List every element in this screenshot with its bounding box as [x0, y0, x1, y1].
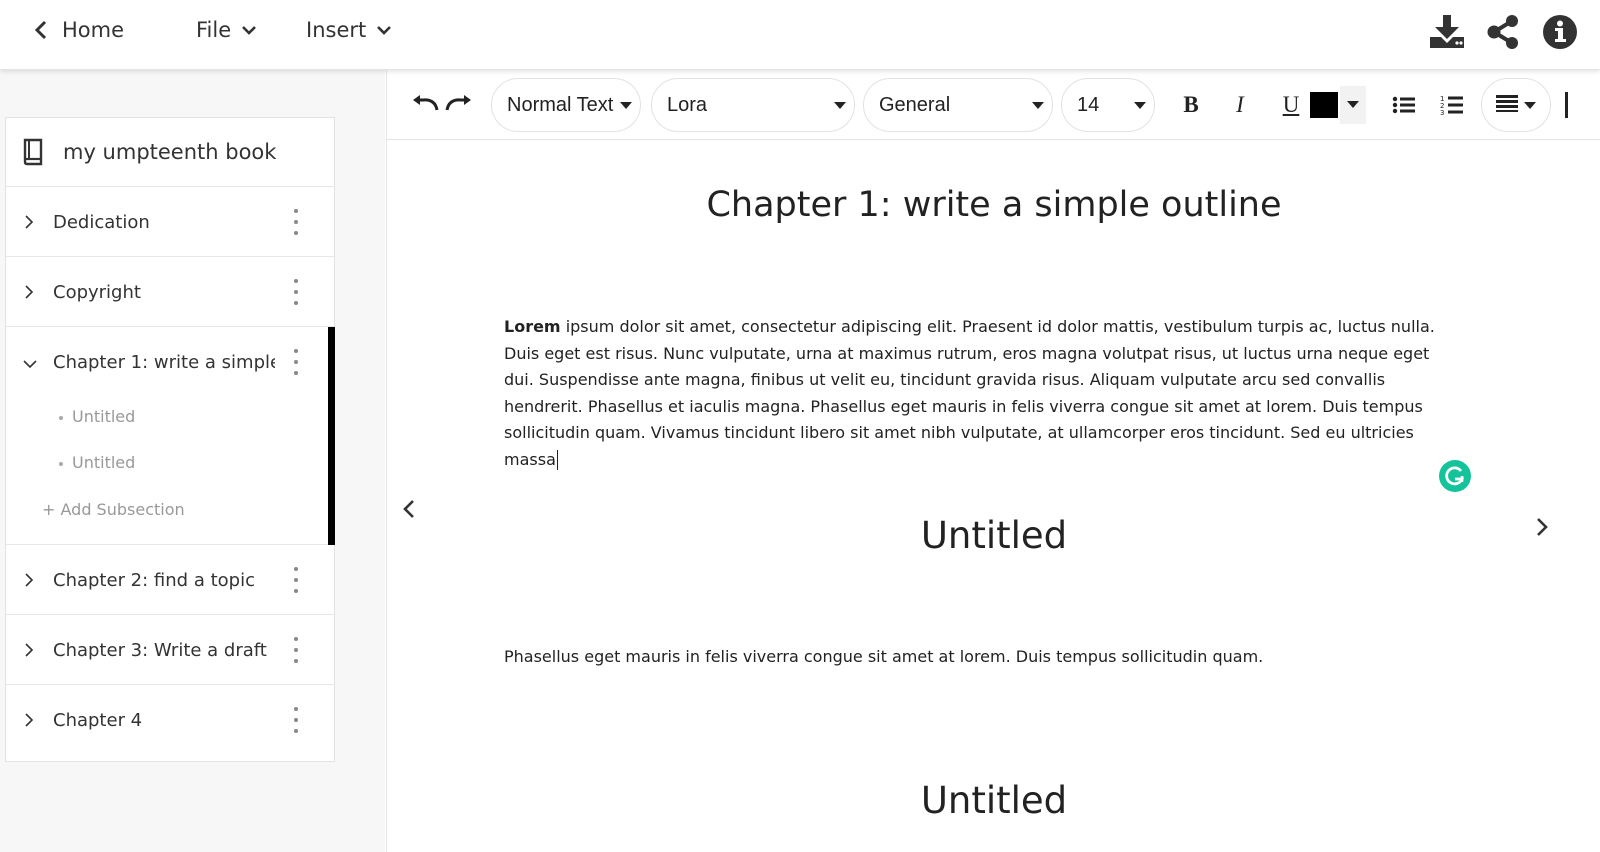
- chapter-title[interactable]: Chapter 1: write a simple outline: [387, 185, 1600, 225]
- paragraph-style-dropdown[interactable]: Normal Text: [491, 78, 641, 132]
- active-section-indicator: [328, 327, 335, 545]
- book-title-row[interactable]: my umpteenth book: [6, 118, 334, 187]
- caret-down-icon: [1347, 101, 1359, 108]
- toolbar-overflow-edge: [1565, 92, 1568, 118]
- sidebar-item-chapter-1: Chapter 1: write a simple outline Untitl…: [6, 327, 335, 545]
- font-family-dropdown[interactable]: Lora: [651, 78, 855, 132]
- subsection-paragraph[interactable]: Phasellus eget mauris in felis viverra c…: [504, 644, 1454, 671]
- bullet-icon: [59, 415, 63, 420]
- more-options-icon[interactable]: [286, 279, 306, 305]
- caret-down-icon: [834, 102, 846, 109]
- caret-down-icon: [620, 102, 632, 109]
- sidebar-item-copyright: Copyright: [6, 257, 334, 327]
- sidebar-item-chapter-4: Chapter 4: [6, 685, 334, 755]
- alignment-dropdown[interactable]: [1481, 78, 1551, 132]
- more-options-icon[interactable]: [286, 349, 306, 375]
- file-label: File: [196, 18, 232, 42]
- chevron-right-icon[interactable]: [24, 572, 34, 593]
- sidebar-item-chapter-3: Chapter 3: Write a draft: [6, 615, 334, 685]
- formatting-toolbar: Normal Text Lora General 14 B I U 1 2 3: [387, 70, 1600, 140]
- paragraph-bold-word: Lorem: [504, 317, 561, 336]
- chevron-down-icon: [241, 24, 257, 36]
- subsection-item[interactable]: Untitled: [59, 453, 135, 472]
- caret-down-icon: [1134, 102, 1146, 109]
- sidebar-item-dedication: Dedication: [6, 187, 334, 257]
- file-menu[interactable]: File: [196, 0, 257, 60]
- font-family-value: Lora: [667, 93, 708, 116]
- chevron-down-icon[interactable]: [22, 356, 38, 374]
- grammarly-icon[interactable]: [1439, 460, 1471, 492]
- category-dropdown[interactable]: General: [863, 78, 1053, 132]
- section-row[interactable]: Chapter 3: Write a draft: [6, 615, 334, 685]
- more-options-icon[interactable]: [286, 707, 306, 733]
- subsection-label: Untitled: [72, 407, 136, 426]
- subsection-title[interactable]: Untitled: [387, 779, 1600, 822]
- section-label: Dedication: [53, 211, 150, 233]
- text-color-dropdown[interactable]: [1340, 86, 1366, 124]
- section-row[interactable]: Dedication: [6, 187, 334, 257]
- svg-text:3: 3: [1440, 109, 1444, 116]
- redo-icon[interactable]: [443, 94, 473, 117]
- chevron-right-icon[interactable]: [24, 712, 34, 733]
- add-subsection-button[interactable]: + Add Subsection: [42, 500, 185, 519]
- document-content[interactable]: Chapter 1: write a simple outline Lorem …: [387, 141, 1600, 852]
- info-icon[interactable]: [1540, 12, 1580, 52]
- section-label: Chapter 3: Write a draft: [53, 639, 267, 661]
- caret-down-icon: [1524, 101, 1536, 109]
- home-label: Home: [62, 18, 125, 42]
- align-justify-icon: [1496, 94, 1520, 117]
- more-options-icon[interactable]: [286, 637, 306, 663]
- caret-down-icon: [1032, 102, 1044, 109]
- chevron-right-icon[interactable]: [24, 642, 34, 663]
- download-icon[interactable]: [1427, 12, 1467, 52]
- share-icon[interactable]: [1483, 12, 1523, 52]
- subsection-item[interactable]: Untitled: [59, 407, 135, 426]
- section-row[interactable]: Copyright: [6, 257, 334, 327]
- font-size-dropdown[interactable]: 14: [1061, 78, 1155, 132]
- paragraph-text: ipsum dolor sit amet, consectetur adipis…: [504, 317, 1435, 469]
- section-row[interactable]: Chapter 2: find a topic: [6, 545, 334, 615]
- undo-icon[interactable]: [411, 94, 441, 117]
- bullet-icon: [59, 461, 63, 466]
- numbered-list-icon[interactable]: 1 2 3: [1437, 78, 1467, 132]
- sidebar-item-chapter-2: Chapter 2: find a topic: [6, 545, 334, 615]
- bold-button[interactable]: B: [1176, 78, 1206, 132]
- more-options-icon[interactable]: [286, 209, 306, 235]
- font-size-value: 14: [1077, 93, 1100, 116]
- chevron-right-icon[interactable]: [24, 214, 34, 235]
- home-link[interactable]: Home: [34, 0, 124, 60]
- more-options-icon[interactable]: [286, 567, 306, 593]
- section-label: Chapter 4: [53, 709, 143, 731]
- text-cursor: [556, 450, 558, 470]
- paragraph-style-value: Normal Text: [507, 93, 614, 116]
- section-row[interactable]: Chapter 4: [6, 685, 334, 755]
- chevron-right-icon[interactable]: [24, 284, 34, 305]
- subsection-label: Untitled: [72, 453, 136, 472]
- chevron-down-icon: [376, 24, 392, 36]
- section-label: Chapter 2: find a topic: [53, 569, 255, 591]
- editor-panel: Normal Text Lora General 14 B I U 1 2 3 …: [386, 70, 1600, 852]
- subsection-title[interactable]: Untitled: [387, 514, 1600, 557]
- top-bar: Home File Insert: [0, 0, 1600, 70]
- book-title: my umpteenth book: [63, 140, 277, 164]
- underline-button[interactable]: U: [1276, 78, 1306, 132]
- undo-redo-group: [411, 78, 479, 132]
- book-icon: [22, 138, 44, 171]
- insert-label: Insert: [306, 18, 367, 42]
- insert-menu[interactable]: Insert: [306, 0, 392, 60]
- chapter-paragraph[interactable]: Lorem ipsum dolor sit amet, consectetur …: [504, 314, 1454, 473]
- category-value: General: [879, 93, 951, 116]
- italic-button[interactable]: I: [1225, 78, 1255, 132]
- section-label: Copyright: [53, 281, 141, 303]
- text-color-swatch[interactable]: [1310, 92, 1338, 118]
- section-label: Chapter 1: write a simple outline: [53, 351, 275, 373]
- chevron-left-icon: [34, 20, 48, 40]
- section-row[interactable]: Chapter 1: write a simple outline: [6, 327, 334, 397]
- book-outline-sidebar: my umpteenth book Dedication Copyright C…: [5, 117, 335, 762]
- bullet-list-icon[interactable]: [1389, 78, 1419, 132]
